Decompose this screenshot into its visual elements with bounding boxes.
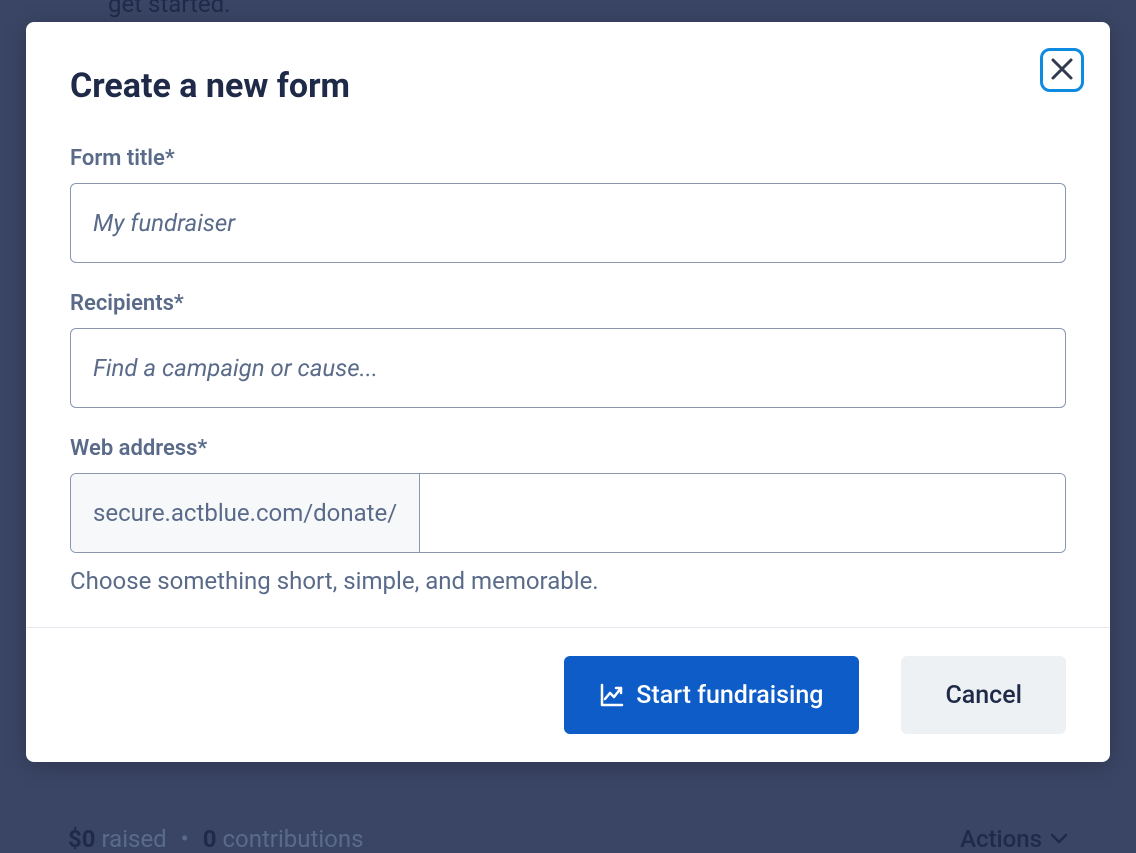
web-address-url-group: secure.actblue.com/donate/ (70, 473, 1066, 553)
close-button[interactable] (1040, 48, 1084, 92)
cancel-label: Cancel (945, 681, 1022, 710)
background-contributions-label: contributions (222, 825, 363, 853)
background-count: 0 (203, 825, 217, 853)
background-amount: $0 (68, 825, 96, 853)
create-form-modal: Create a new form Form title* Recipients… (26, 22, 1110, 762)
background-raised-label: raised (102, 825, 167, 853)
web-address-label: Web address* (70, 436, 1066, 461)
form-title-input[interactable] (70, 183, 1066, 263)
web-address-prefix: secure.actblue.com/donate/ (71, 474, 420, 552)
chevron-down-icon (1050, 833, 1068, 845)
background-actions-label: Actions (960, 825, 1042, 853)
form-title-label: Form title* (70, 146, 1066, 171)
background-bullet: • (181, 825, 189, 853)
form-title-group: Form title* (70, 146, 1066, 263)
web-address-helper: Choose something short, simple, and memo… (70, 567, 1066, 595)
start-fundraising-button[interactable]: Start fundraising (564, 656, 859, 734)
recipients-group: Recipients* (70, 291, 1066, 408)
background-top-text: get started. (108, 0, 230, 18)
modal-title: Create a new form (70, 66, 1066, 106)
close-icon (1049, 56, 1075, 85)
background-actions-dropdown[interactable]: Actions (960, 825, 1068, 853)
modal-footer: Start fundraising Cancel (26, 627, 1110, 762)
web-address-input[interactable] (420, 474, 1065, 552)
cancel-button[interactable]: Cancel (901, 656, 1066, 734)
background-stats: $0 raised • 0 contributions (68, 825, 364, 853)
recipients-input[interactable] (70, 328, 1066, 408)
start-fundraising-label: Start fundraising (636, 681, 823, 710)
web-address-group: Web address* secure.actblue.com/donate/ … (70, 436, 1066, 595)
chart-line-icon (600, 683, 624, 707)
modal-body: Create a new form Form title* Recipients… (26, 22, 1110, 627)
recipients-label: Recipients* (70, 291, 1066, 316)
background-bottom-row: $0 raised • 0 contributions Actions (68, 825, 1068, 853)
